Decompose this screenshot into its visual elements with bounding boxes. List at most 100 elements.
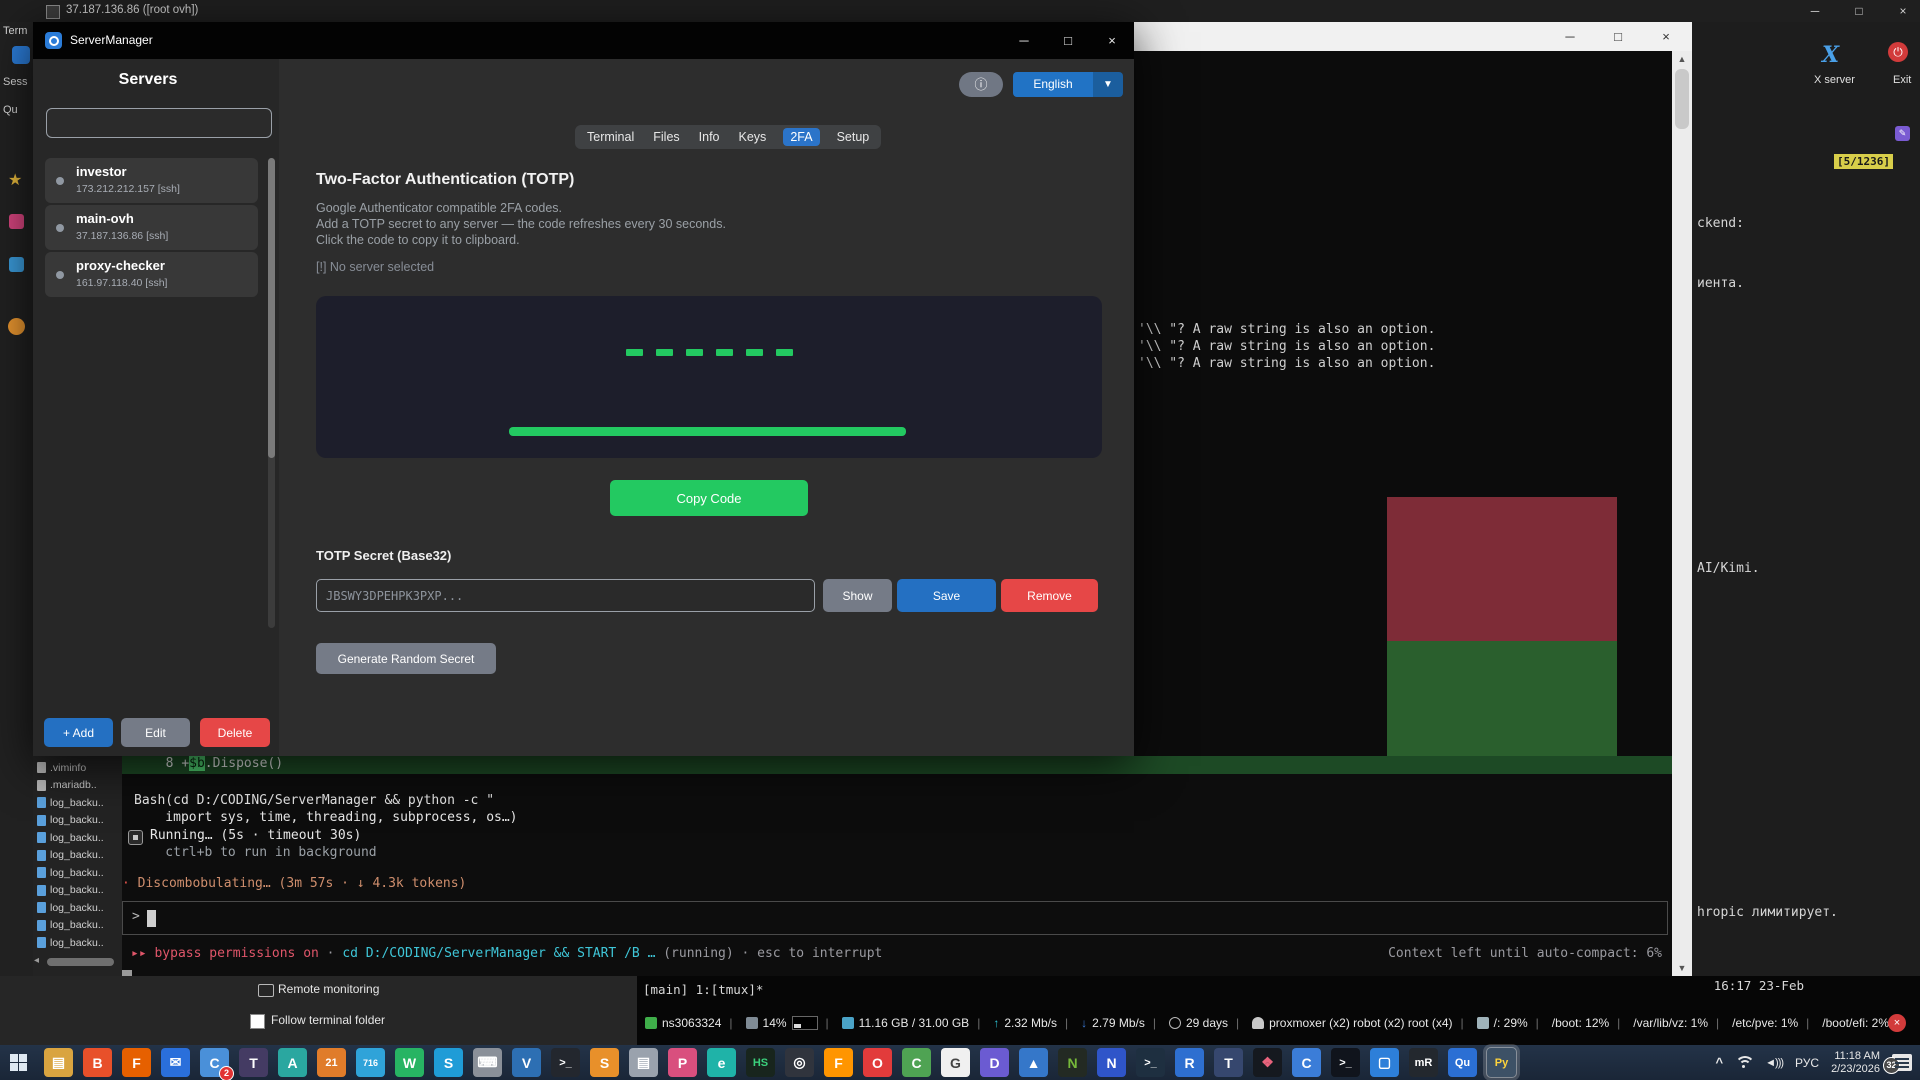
star-icon[interactable]: ★ [8, 170, 22, 190]
server-list-item-proxy-checker[interactable]: proxy-checker 161.97.118.40 [ssh] [45, 252, 258, 297]
taskbar-icon-anydesk[interactable]: A [278, 1048, 307, 1077]
totp-code-panel[interactable] [316, 296, 1102, 458]
taskbar-icon-firefox-orange[interactable]: F [824, 1048, 853, 1077]
taskbar-icon-telegram[interactable]: 716 [356, 1048, 385, 1077]
x-server-icon[interactable]: X [1822, 42, 1846, 66]
server-search-input[interactable] [46, 108, 272, 138]
taskbar-icon-edge[interactable]: e [707, 1048, 736, 1077]
taskbar-icon-geforce[interactable]: N [1058, 1048, 1087, 1077]
file-item[interactable]: log_backu.. [37, 832, 122, 844]
taskbar-icon-chromium[interactable]: C [1292, 1048, 1321, 1077]
taskbar-icon-paint[interactable]: P [668, 1048, 697, 1077]
tray-expand-icon[interactable]: ^ [1716, 1055, 1724, 1070]
quick-label[interactable]: Qu [3, 104, 18, 116]
edit-server-button[interactable]: Edit [121, 718, 190, 747]
server-list-item-main-ovh[interactable]: main-ovh 37.187.136.86 [ssh] [45, 205, 258, 250]
taskbar-icon-brave[interactable]: B [83, 1048, 112, 1077]
tab-info[interactable]: Info [697, 128, 722, 146]
scroll-left-icon[interactable]: ◂ [34, 955, 39, 966]
close-button[interactable]: × [1886, 0, 1920, 22]
orange-ball-icon[interactable] [8, 318, 25, 335]
taskbar-icon-chrome[interactable]: C 2 [200, 1048, 229, 1077]
taskbar-icon-firefox[interactable]: F [122, 1048, 151, 1077]
follow-terminal-checkbox[interactable] [250, 1014, 265, 1029]
taskbar-icon-app-21[interactable]: 21 [317, 1048, 346, 1077]
scroll-up-icon[interactable]: ▲ [1672, 54, 1692, 64]
taskbar-icon-mremoteng[interactable]: mR [1409, 1048, 1438, 1077]
taskbar-icon-teams[interactable]: T [1214, 1048, 1243, 1077]
taskbar-icon-obs[interactable]: ◎ [785, 1048, 814, 1077]
maximize-button[interactable]: □ [1046, 22, 1090, 59]
volume-icon[interactable]: ◄))) [1765, 1057, 1783, 1069]
close-button[interactable]: × [1644, 22, 1688, 51]
taskbar-icon-file-explorer[interactable]: ▤ [44, 1048, 73, 1077]
taskbar-icon-chrome-green[interactable]: C [902, 1048, 931, 1077]
file-item[interactable]: log_backu.. [37, 937, 122, 949]
language-select[interactable]: English ▼ [1013, 72, 1123, 97]
info-button[interactable]: ⓘ [959, 72, 1003, 97]
taskbar-icon-powershell-core[interactable]: >_ [1331, 1048, 1360, 1077]
statusbar-close-button[interactable]: × [1888, 1014, 1906, 1032]
file-item[interactable]: log_backu.. [37, 814, 122, 826]
blue-app-icon[interactable] [9, 257, 24, 272]
app-icon[interactable] [12, 46, 30, 64]
scroll-down-icon[interactable]: ▼ [1672, 963, 1692, 973]
taskbar-icon-thunderbird[interactable]: ✉ [161, 1048, 190, 1077]
taskbar-icon-rstudio[interactable]: R [1175, 1048, 1204, 1077]
taskbar-icon-whatsapp[interactable]: W [395, 1048, 424, 1077]
tab-2fa[interactable]: 2FA [783, 128, 819, 146]
taskbar-icon-google[interactable]: G [941, 1048, 970, 1077]
sessions-label[interactable]: Sess [3, 76, 27, 88]
add-server-button[interactable]: + Add [44, 718, 113, 747]
wifi-icon[interactable] [1735, 1056, 1753, 1069]
delete-server-button[interactable]: Delete [200, 718, 270, 747]
tab-terminal[interactable]: Terminal [585, 128, 636, 146]
remote-monitoring-label[interactable]: Remote monitoring [278, 982, 379, 996]
taskbar-icon-vnc-viewer[interactable]: V [512, 1048, 541, 1077]
tab-keys[interactable]: Keys [737, 128, 769, 146]
totp-secret-input[interactable] [316, 579, 815, 612]
taskbar-icon-opera[interactable]: O [863, 1048, 892, 1077]
taskbar-icon-vnc-blue[interactable]: ▢ [1370, 1048, 1399, 1077]
taskbar-icon-quick-utmo[interactable]: Qu [1448, 1048, 1477, 1077]
taskbar-icon-vlc[interactable]: ▲ [1019, 1048, 1048, 1077]
language-indicator[interactable]: РУС [1795, 1056, 1819, 1070]
file-item[interactable]: log_backu.. [37, 849, 122, 861]
scrollbar-thumb[interactable] [1675, 69, 1689, 129]
taskbar-icon-keyboard[interactable]: ⌨ [473, 1048, 502, 1077]
taskbar-icon-figma[interactable]: ❖ [1253, 1048, 1282, 1077]
server-list-item-investor[interactable]: investor 173.212.212.157 [ssh] [45, 158, 258, 203]
file-item[interactable]: log_backu.. [37, 884, 122, 896]
file-item[interactable]: log_backu.. [37, 919, 122, 931]
tab-files[interactable]: Files [651, 128, 681, 146]
copy-code-button[interactable]: Copy Code [610, 480, 808, 516]
minimize-button[interactable]: ─ [1798, 0, 1832, 22]
horizontal-scrollbar-thumb[interactable] [47, 958, 114, 966]
taskbar-icon-tor-browser[interactable]: T [239, 1048, 268, 1077]
start-button[interactable] [0, 1045, 36, 1080]
file-item[interactable]: .mariadb.. [37, 779, 122, 791]
minimize-button[interactable]: ─ [1548, 22, 1592, 51]
remove-secret-button[interactable]: Remove [1001, 579, 1098, 612]
taskbar-icon-discord[interactable]: D [980, 1048, 1009, 1077]
taskbar-icon-notes[interactable]: ▤ [629, 1048, 658, 1077]
file-item[interactable]: log_backu.. [37, 867, 122, 879]
clock[interactable]: 11:18 AM2/23/2026 [1831, 1050, 1880, 1076]
exit-power-icon[interactable]: ⏻ [1888, 42, 1908, 62]
maximize-button[interactable]: □ [1842, 0, 1876, 22]
maximize-button[interactable]: □ [1596, 22, 1640, 51]
close-button[interactable]: × [1090, 22, 1134, 59]
taskbar-icon-powershell[interactable]: >_ [1136, 1048, 1165, 1077]
taskbar-icon-hs-app[interactable]: HS [746, 1048, 775, 1077]
minimize-button[interactable]: ─ [1002, 22, 1046, 59]
scrollbar-thumb[interactable] [268, 158, 275, 458]
pink-app-icon[interactable] [9, 214, 24, 229]
file-item[interactable]: log_backu.. [37, 797, 122, 809]
tab-setup[interactable]: Setup [835, 128, 872, 146]
file-item[interactable]: .viminfo [37, 762, 122, 774]
prompt-input-box[interactable]: > [122, 901, 1668, 935]
scrollbar[interactable]: ▲ ▼ [1672, 51, 1692, 976]
taskbar-icon-sublime[interactable]: S [590, 1048, 619, 1077]
pencil-icon[interactable]: ✎ [1895, 126, 1910, 141]
show-secret-button[interactable]: Show [823, 579, 892, 612]
